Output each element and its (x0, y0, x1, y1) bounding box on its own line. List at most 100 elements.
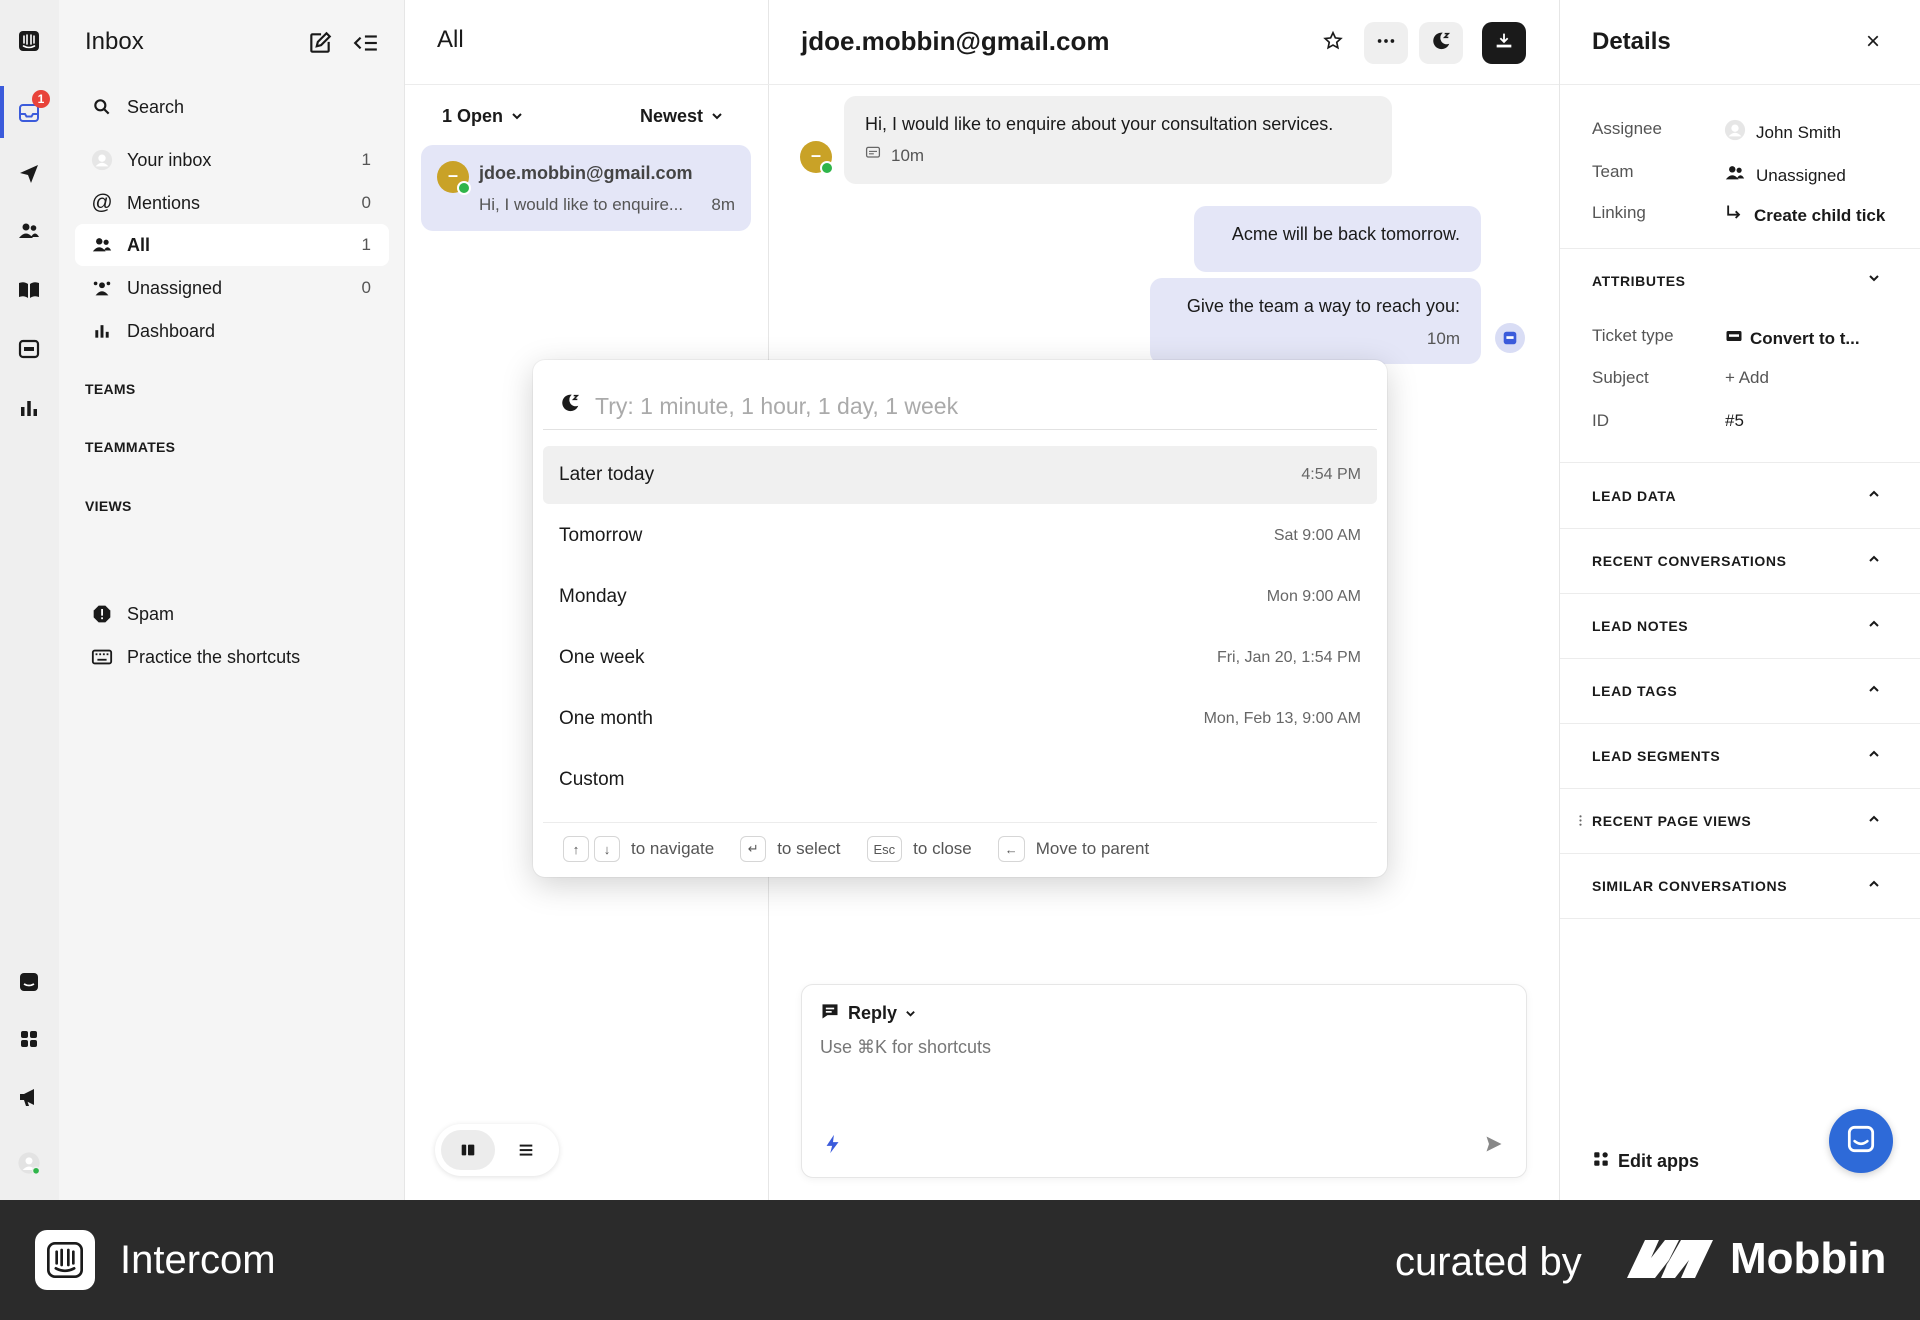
nav-item-mentions[interactable]: @ Mentions 0 (75, 182, 389, 224)
snooze-button[interactable] (1419, 22, 1463, 64)
snooze-option-later-today[interactable]: Later today 4:54 PM (543, 446, 1377, 504)
chevron-down-icon (711, 106, 723, 127)
nav-section-teams[interactable]: TEAMS (85, 381, 136, 397)
nav-search[interactable]: Search (75, 86, 389, 128)
chevron-up-icon[interactable] (1868, 487, 1880, 503)
nav-item-practice-shortcuts[interactable]: Practice the shortcuts (75, 636, 389, 678)
intercom-logo-icon[interactable] (12, 24, 46, 58)
intercom-logo-icon (35, 1230, 95, 1290)
linking-label: Linking (1592, 203, 1646, 222)
conversation-title: jdoe.mobbin@gmail.com (801, 26, 1110, 56)
snooze-option-one-week[interactable]: One week Fri, Jan 20, 1:54 PM (543, 629, 1377, 687)
nav-section-views[interactable]: VIEWS (85, 498, 132, 514)
nav-section-teammates[interactable]: TEAMMATES (85, 439, 175, 455)
conversation-email: jdoe.mobbin@gmail.com (479, 163, 693, 183)
inbox-badge: 1 (32, 90, 50, 108)
chevron-up-icon[interactable] (1868, 682, 1880, 698)
collapse-nav-icon[interactable] (353, 30, 379, 56)
list-view-button[interactable] (499, 1130, 553, 1170)
recent-page-views-section[interactable]: RECENT PAGE VIEWS (1592, 813, 1751, 829)
close-conversation-button[interactable] (1482, 22, 1526, 64)
messenger-launcher-button[interactable] (1829, 1109, 1893, 1173)
contacts-icon[interactable] (12, 214, 46, 248)
snooze-option-monday[interactable]: Monday Mon 9:00 AM (543, 568, 1377, 626)
snooze-popover: Try: 1 minute, 1 hour, 1 day, 1 week Lat… (533, 360, 1387, 877)
chevron-down-icon[interactable] (1868, 271, 1880, 287)
outgoing-message: Give the team a way to reach you: 10m (1150, 278, 1481, 364)
composer-placeholder[interactable]: Use ⌘K for shortcuts (820, 1037, 991, 1058)
snooze-option-label: Monday (559, 586, 627, 607)
mobbin-logo-icon (1625, 1236, 1715, 1285)
curated-by-label: curated by (1395, 1240, 1582, 1284)
close-icon[interactable]: × (1866, 28, 1880, 56)
attributes-section[interactable]: ATTRIBUTES (1592, 273, 1686, 289)
snooze-option-label: One week (559, 647, 645, 668)
chevron-up-icon[interactable] (1868, 617, 1880, 633)
chevron-up-icon[interactable] (1868, 747, 1880, 763)
ticket-type-label: Ticket type (1592, 326, 1674, 345)
outbound-icon[interactable] (12, 157, 46, 191)
snooze-input[interactable]: Try: 1 minute, 1 hour, 1 day, 1 week (559, 382, 1359, 430)
snooze-option-label: Custom (559, 769, 625, 790)
team-icon (1724, 162, 1746, 189)
id-label: ID (1592, 411, 1609, 430)
nav-item-label: Spam (127, 603, 175, 624)
nav-item-label: All (127, 234, 151, 255)
create-child-ticket-button[interactable]: Create child tick (1724, 203, 1885, 228)
nav-item-all[interactable]: All 1 (75, 224, 389, 266)
reply-mode-dropdown[interactable]: Reply (820, 1001, 916, 1026)
lightning-icon[interactable] (822, 1133, 844, 1160)
divider (1560, 788, 1920, 789)
conversation-card[interactable]: – jdoe.mobbin@gmail.com Hi, I would like… (421, 145, 751, 231)
similar-conversations-section[interactable]: SIMILAR CONVERSATIONS (1592, 878, 1787, 894)
chevron-up-icon[interactable] (1868, 552, 1880, 568)
knowledge-icon[interactable] (12, 273, 46, 307)
messenger-settings-icon[interactable] (12, 965, 46, 999)
reports-icon[interactable] (12, 391, 46, 425)
message-time: 10m (891, 145, 925, 165)
more-options-button[interactable] (1364, 22, 1408, 64)
user-avatar-icon[interactable] (12, 1146, 46, 1180)
nav-item-dashboard[interactable]: Dashboard (75, 310, 389, 352)
recent-conversations-section[interactable]: RECENT CONVERSATIONS (1592, 553, 1787, 569)
apps-icon[interactable] (12, 1022, 46, 1056)
nav-item-spam[interactable]: Spam (75, 593, 389, 635)
ticket-type-value[interactable]: Convert to t... (1724, 326, 1860, 351)
snooze-option-tomorrow[interactable]: Tomorrow Sat 9:00 AM (543, 507, 1377, 565)
chevron-up-icon[interactable] (1868, 812, 1880, 828)
mobbin-name: Mobbin (1730, 1234, 1887, 1283)
split-view-button[interactable] (441, 1130, 495, 1170)
tickets-icon[interactable] (12, 332, 46, 366)
snooze-option-time: Mon 9:00 AM (1266, 588, 1361, 605)
nav-item-unassigned[interactable]: Unassigned 0 (75, 267, 389, 309)
arrow-down-key-icon: ↓ (594, 836, 620, 862)
chevron-up-icon[interactable] (1868, 877, 1880, 893)
assignee-value[interactable]: John Smith (1724, 119, 1841, 146)
nav-item-your-inbox[interactable]: Your inbox 1 (75, 139, 389, 181)
lead-data-section[interactable]: LEAD DATA (1592, 488, 1676, 504)
lead-notes-section[interactable]: LEAD NOTES (1592, 618, 1688, 634)
status-filter-dropdown[interactable]: 1 Open (442, 106, 523, 127)
team-value[interactable]: Unassigned (1724, 162, 1846, 189)
subject-add-button[interactable]: + Add (1725, 368, 1769, 388)
lead-segments-section[interactable]: LEAD SEGMENTS (1592, 748, 1720, 764)
lead-tags-section[interactable]: LEAD TAGS (1592, 683, 1677, 699)
reply-composer[interactable]: Reply Use ⌘K for shortcuts (801, 984, 1527, 1178)
linking-value: Create child tick (1754, 205, 1886, 225)
send-icon[interactable] (1484, 1134, 1504, 1159)
announcements-icon[interactable] (12, 1080, 46, 1114)
snooze-option-time: 4:54 PM (1301, 466, 1361, 483)
compose-icon[interactable] (307, 30, 333, 56)
divider (1560, 84, 1920, 85)
user-avatar-icon (1724, 119, 1746, 146)
snooze-option-custom[interactable]: Custom (543, 751, 1377, 809)
sort-dropdown[interactable]: Newest (640, 106, 723, 127)
edit-apps-button[interactable]: Edit apps (1592, 1150, 1699, 1173)
rail-active-indicator (0, 86, 4, 138)
online-status-dot (457, 181, 471, 195)
star-button[interactable] (1311, 22, 1355, 64)
drag-handle-icon[interactable] (1578, 813, 1583, 833)
snooze-option-one-month[interactable]: One month Mon, Feb 13, 9:00 AM (543, 690, 1377, 748)
message-text: Hi, I would like to enquire about your c… (865, 114, 1334, 134)
nav-item-label: Unassigned (127, 277, 223, 298)
